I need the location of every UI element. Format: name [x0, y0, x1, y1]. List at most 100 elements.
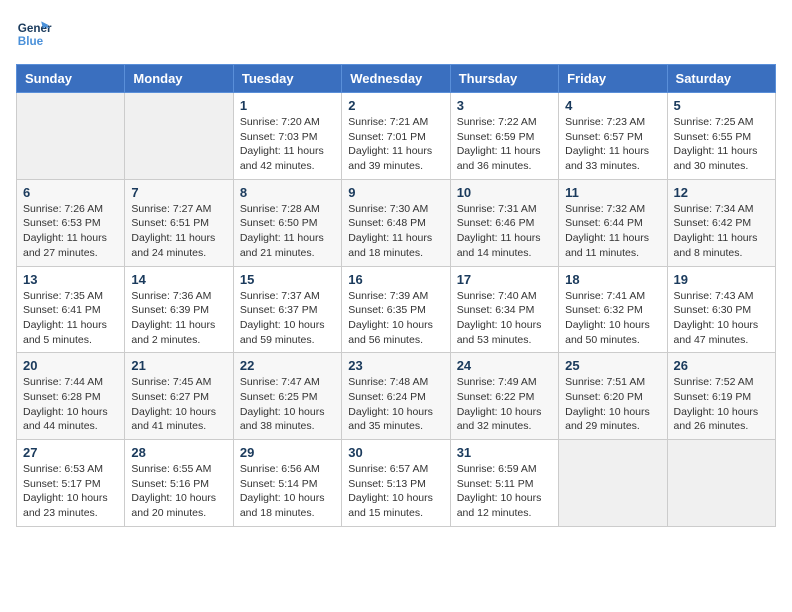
calendar-cell: 21Sunrise: 7:45 AMSunset: 6:27 PMDayligh…	[125, 353, 233, 440]
day-number: 24	[457, 358, 552, 373]
day-number: 14	[131, 272, 226, 287]
day-number: 30	[348, 445, 443, 460]
calendar-cell: 27 Sunrise: 6:53 AMSunset: 5:17 PMDayligh…	[17, 440, 125, 527]
day-number: 12	[674, 185, 769, 200]
day-info: Sunrise: 7:51 AMSunset: 6:20 PMDaylight:…	[565, 375, 660, 434]
weekday-header: Saturday	[667, 65, 775, 93]
logo-icon: General Blue	[16, 16, 52, 52]
day-info: Sunrise: 7:47 AMSunset: 6:25 PMDaylight:…	[240, 375, 335, 434]
day-number: 1	[240, 98, 335, 113]
day-info: Sunrise: 7:49 AMSunset: 6:22 PMDaylight:…	[457, 375, 552, 434]
calendar-cell: 3 Sunrise: 7:22 AMSunset: 6:59 PMDaylight…	[450, 93, 558, 180]
day-info: Sunrise: 7:31 AMSunset: 6:46 PMDaylight:…	[457, 202, 552, 261]
day-info: Sunrise: 7:20 AMSunset: 7:03 PMDaylight:…	[240, 115, 335, 174]
day-number: 2	[348, 98, 443, 113]
day-number: 29	[240, 445, 335, 460]
day-info: Sunrise: 7:26 AMSunset: 6:53 PMDaylight:…	[23, 202, 118, 261]
day-number: 6	[23, 185, 118, 200]
day-info: Sunrise: 7:44 AMSunset: 6:28 PMDaylight:…	[23, 375, 118, 434]
day-number: 27	[23, 445, 118, 460]
calendar-cell: 30 Sunrise: 6:57 AMSunset: 5:13 PMDayligh…	[342, 440, 450, 527]
day-number: 8	[240, 185, 335, 200]
day-info: Sunrise: 7:43 AMSunset: 6:30 PMDaylight:…	[674, 289, 769, 348]
day-number: 25	[565, 358, 660, 373]
calendar-cell: 8Sunrise: 7:28 AMSunset: 6:50 PMDaylight…	[233, 179, 341, 266]
day-info: Sunrise: 6:53 AMSunset: 5:17 PMDaylight:…	[23, 462, 118, 521]
day-number: 28	[131, 445, 226, 460]
calendar-cell: 2Sunrise: 7:21 AMSunset: 7:01 PMDaylight…	[342, 93, 450, 180]
day-number: 15	[240, 272, 335, 287]
calendar-cell	[125, 93, 233, 180]
calendar-cell: 16 Sunrise: 7:39 AMSunset: 6:35 PMDayligh…	[342, 266, 450, 353]
day-info: Sunrise: 7:35 AMSunset: 6:41 PMDaylight:…	[23, 289, 118, 348]
calendar-cell: 19 Sunrise: 7:43 AMSunset: 6:30 PMDayligh…	[667, 266, 775, 353]
calendar-cell: 13 Sunrise: 7:35 AMSunset: 6:41 PMDayligh…	[17, 266, 125, 353]
day-number: 23	[348, 358, 443, 373]
day-info: Sunrise: 7:23 AMSunset: 6:57 PMDaylight:…	[565, 115, 660, 174]
svg-text:General: General	[18, 22, 52, 35]
calendar-week-row: 1 Sunrise: 7:20 AMSunset: 7:03 PMDaylight…	[17, 93, 776, 180]
day-number: 22	[240, 358, 335, 373]
day-number: 10	[457, 185, 552, 200]
day-number: 11	[565, 185, 660, 200]
day-number: 7	[131, 185, 226, 200]
day-number: 31	[457, 445, 552, 460]
calendar-cell: 29 Sunrise: 6:56 AMSunset: 5:14 PMDayligh…	[233, 440, 341, 527]
day-info: Sunrise: 7:22 AMSunset: 6:59 PMDaylight:…	[457, 115, 552, 174]
calendar-cell: 12 Sunrise: 7:34 AMSunset: 6:42 PMDayligh…	[667, 179, 775, 266]
calendar-cell: 7 Sunrise: 7:27 AMSunset: 6:51 PMDaylight…	[125, 179, 233, 266]
calendar-cell: 4Sunrise: 7:23 AMSunset: 6:57 PMDaylight…	[559, 93, 667, 180]
day-info: Sunrise: 7:34 AMSunset: 6:42 PMDaylight:…	[674, 202, 769, 261]
page-header: General Blue	[16, 16, 776, 52]
calendar-cell: 5Sunrise: 7:25 AMSunset: 6:55 PMDaylight…	[667, 93, 775, 180]
calendar-cell: 6 Sunrise: 7:26 AMSunset: 6:53 PMDaylight…	[17, 179, 125, 266]
calendar-cell: 24 Sunrise: 7:49 AMSunset: 6:22 PMDayligh…	[450, 353, 558, 440]
day-info: Sunrise: 7:32 AMSunset: 6:44 PMDaylight:…	[565, 202, 660, 261]
weekday-header: Sunday	[17, 65, 125, 93]
day-number: 16	[348, 272, 443, 287]
day-info: Sunrise: 7:39 AMSunset: 6:35 PMDaylight:…	[348, 289, 443, 348]
calendar-cell: 1 Sunrise: 7:20 AMSunset: 7:03 PMDaylight…	[233, 93, 341, 180]
calendar-week-row: 13 Sunrise: 7:35 AMSunset: 6:41 PMDayligh…	[17, 266, 776, 353]
day-info: Sunrise: 7:41 AMSunset: 6:32 PMDaylight:…	[565, 289, 660, 348]
weekday-header-row: SundayMondayTuesdayWednesdayThursdayFrid…	[17, 65, 776, 93]
calendar-cell: 28Sunrise: 6:55 AMSunset: 5:16 PMDayligh…	[125, 440, 233, 527]
day-number: 13	[23, 272, 118, 287]
day-info: Sunrise: 6:56 AMSunset: 5:14 PMDaylight:…	[240, 462, 335, 521]
calendar-cell: 26Sunrise: 7:52 AMSunset: 6:19 PMDayligh…	[667, 353, 775, 440]
logo: General Blue	[16, 16, 52, 52]
weekday-header: Friday	[559, 65, 667, 93]
calendar-table: SundayMondayTuesdayWednesdayThursdayFrid…	[16, 64, 776, 527]
day-number: 18	[565, 272, 660, 287]
day-info: Sunrise: 7:48 AMSunset: 6:24 PMDaylight:…	[348, 375, 443, 434]
day-info: Sunrise: 7:27 AMSunset: 6:51 PMDaylight:…	[131, 202, 226, 261]
day-info: Sunrise: 7:45 AMSunset: 6:27 PMDaylight:…	[131, 375, 226, 434]
calendar-cell: 22 Sunrise: 7:47 AMSunset: 6:25 PMDayligh…	[233, 353, 341, 440]
calendar-cell: 9Sunrise: 7:30 AMSunset: 6:48 PMDaylight…	[342, 179, 450, 266]
calendar-cell: 10 Sunrise: 7:31 AMSunset: 6:46 PMDayligh…	[450, 179, 558, 266]
day-number: 19	[674, 272, 769, 287]
day-number: 20	[23, 358, 118, 373]
day-number: 3	[457, 98, 552, 113]
day-info: Sunrise: 6:57 AMSunset: 5:13 PMDaylight:…	[348, 462, 443, 521]
svg-text:Blue: Blue	[18, 35, 44, 48]
weekday-header: Wednesday	[342, 65, 450, 93]
calendar-week-row: 27 Sunrise: 6:53 AMSunset: 5:17 PMDayligh…	[17, 440, 776, 527]
day-info: Sunrise: 7:52 AMSunset: 6:19 PMDaylight:…	[674, 375, 769, 434]
calendar-cell: 14Sunrise: 7:36 AMSunset: 6:39 PMDayligh…	[125, 266, 233, 353]
calendar-cell	[559, 440, 667, 527]
day-number: 17	[457, 272, 552, 287]
day-info: Sunrise: 7:37 AMSunset: 6:37 PMDaylight:…	[240, 289, 335, 348]
weekday-header: Monday	[125, 65, 233, 93]
day-number: 5	[674, 98, 769, 113]
day-info: Sunrise: 6:59 AMSunset: 5:11 PMDaylight:…	[457, 462, 552, 521]
calendar-week-row: 20 Sunrise: 7:44 AMSunset: 6:28 PMDayligh…	[17, 353, 776, 440]
day-info: Sunrise: 7:30 AMSunset: 6:48 PMDaylight:…	[348, 202, 443, 261]
weekday-header: Tuesday	[233, 65, 341, 93]
day-info: Sunrise: 7:40 AMSunset: 6:34 PMDaylight:…	[457, 289, 552, 348]
calendar-cell: 15 Sunrise: 7:37 AMSunset: 6:37 PMDayligh…	[233, 266, 341, 353]
weekday-header: Thursday	[450, 65, 558, 93]
calendar-cell: 31 Sunrise: 6:59 AMSunset: 5:11 PMDayligh…	[450, 440, 558, 527]
calendar-cell: 17 Sunrise: 7:40 AMSunset: 6:34 PMDayligh…	[450, 266, 558, 353]
calendar-week-row: 6 Sunrise: 7:26 AMSunset: 6:53 PMDaylight…	[17, 179, 776, 266]
